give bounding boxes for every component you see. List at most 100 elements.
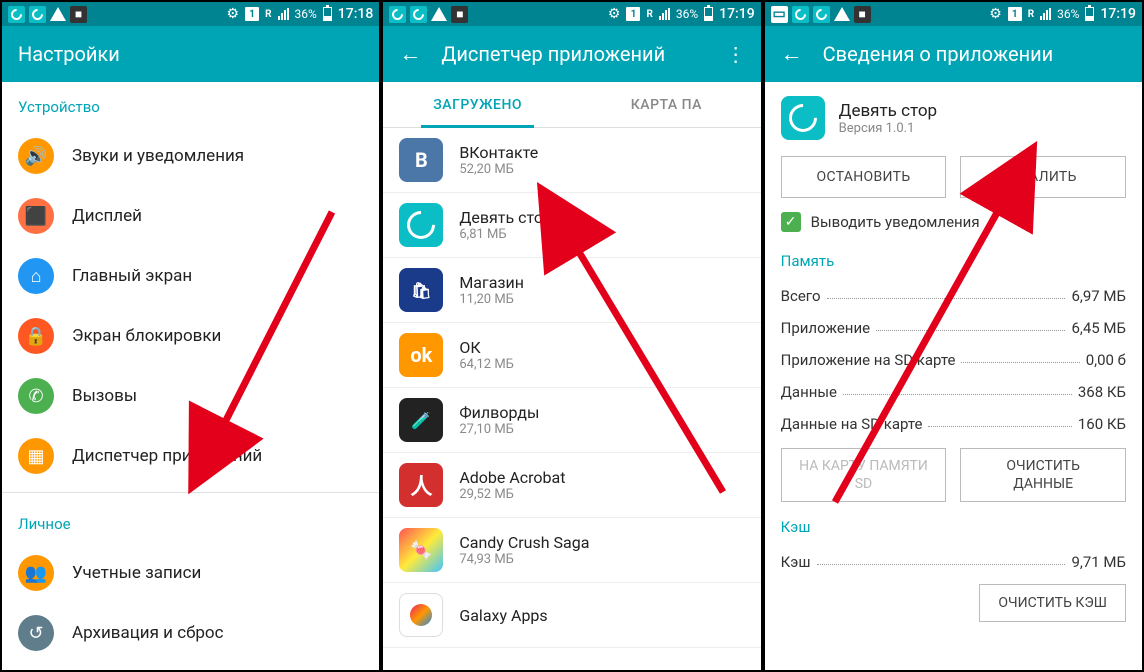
app-name: Adobe Acrobat [459, 468, 565, 487]
app-name: Магазин [459, 273, 524, 292]
app-name: ВКонтакте [459, 143, 538, 162]
notif-icon [389, 6, 406, 23]
status-bar: ▭ ■ ⚙ 1 R 36% 17:19 [765, 2, 1142, 26]
battery-pct: 36% [295, 7, 317, 21]
row-accounts[interactable]: 👥 Учетные записи [2, 543, 379, 603]
stop-button[interactable]: ОСТАНОВИТЬ [781, 156, 947, 198]
app-row-nine[interactable]: Девять стор6,81 МБ [383, 193, 760, 258]
warn-icon [431, 7, 447, 21]
notif-icon [8, 6, 25, 23]
app-row-ok[interactable]: ok ОК64,12 МБ [383, 323, 760, 388]
row-label: Дисплей [72, 206, 142, 226]
app-size: 29,52 МБ [459, 487, 565, 502]
tab-sd[interactable]: КАРТА ПА [572, 82, 761, 127]
notif-icon: ■ [854, 6, 871, 23]
notif-icon [29, 6, 46, 23]
roaming-icon: R [646, 9, 652, 20]
app-row-store[interactable]: 🛍 Магазин11,20 МБ [383, 258, 760, 323]
row-label: Главный экран [72, 266, 192, 286]
nine-icon [399, 203, 443, 247]
row-home[interactable]: ⌂ Главный экран [2, 246, 379, 306]
row-display[interactable]: ⬛ Дисплей [2, 186, 379, 246]
row-calls[interactable]: ✆ Вызовы [2, 366, 379, 426]
app-row-vk[interactable]: B ВКонтакте52,20 МБ [383, 128, 760, 193]
row-cache: Кэш9,71 МБ [765, 546, 1142, 578]
app-name: Филворды [459, 403, 539, 422]
back-icon[interactable]: ← [781, 41, 803, 67]
app-row-galaxy[interactable]: Galaxy Apps [383, 583, 760, 648]
back-icon[interactable]: ← [399, 41, 421, 67]
app-size: 52,20 МБ [459, 162, 538, 177]
app-version: Версия 1.0.1 [839, 121, 937, 136]
galaxy-icon [399, 593, 443, 637]
clear-cache-button[interactable]: ОЧИСТИТЬ КЭШ [979, 584, 1126, 622]
row-label: Архивация и сброс [72, 623, 224, 643]
backup-icon: ↺ [18, 615, 54, 651]
divider [2, 492, 379, 493]
warn-icon [50, 7, 66, 21]
app-size: 64,12 МБ [459, 357, 514, 372]
signal-icon [278, 8, 289, 20]
move-sd-button: НА КАРТУ ПАМЯТИSD [781, 448, 947, 502]
row-app: Приложение6,45 МБ [765, 312, 1142, 344]
settings-stat-icon: ⚙ [989, 6, 1002, 22]
row-label: Вызовы [72, 386, 137, 406]
battery-pct: 36% [1057, 7, 1079, 21]
roaming-icon: R [1028, 9, 1034, 20]
apps-icon: ▦ [18, 438, 54, 474]
section-personal: Личное [2, 499, 379, 543]
app-name: Девять стор [459, 208, 552, 227]
delete-button[interactable]: УДАЛИТЬ [960, 156, 1126, 198]
phone-icon: ✆ [18, 378, 54, 414]
clock: 17:19 [1100, 6, 1136, 22]
battery-icon [323, 7, 332, 21]
battery-pct: 36% [676, 7, 698, 21]
row-lock[interactable]: 🔒 Экран блокировки [2, 306, 379, 366]
row-apps[interactable]: ▦ Диспетчер приложений [2, 426, 379, 486]
app-row-acrobat[interactable]: 人 Adobe Acrobat29,52 МБ [383, 453, 760, 518]
section-cache: Кэш [765, 510, 1142, 546]
vk-icon: B [399, 138, 443, 182]
notify-checkbox-row[interactable]: ✓ Выводить уведомления [765, 210, 1142, 244]
app-size: 74,93 МБ [459, 552, 589, 567]
clear-data-button[interactable]: ОЧИСТИТЬДАННЫЕ [960, 448, 1126, 502]
row-backup[interactable]: ↺ Архивация и сброс [2, 603, 379, 663]
notify-label: Выводить уведомления [811, 213, 980, 231]
app-bar: ← Сведения о приложении [765, 26, 1142, 82]
section-memory: Память [765, 244, 1142, 280]
sound-icon: 🔊 [18, 138, 54, 174]
notif-icon: ■ [451, 6, 468, 23]
roaming-icon: R [265, 9, 271, 20]
checkbox-checked-icon: ✓ [781, 212, 801, 232]
candy-icon: 🍬 [399, 528, 443, 572]
clock: 17:18 [338, 6, 374, 22]
overflow-icon[interactable]: ⋮ [726, 42, 745, 66]
ok-icon: ok [399, 333, 443, 377]
app-bar: Настройки [2, 26, 379, 82]
app-size: 27,10 МБ [459, 422, 539, 437]
notif-icon [792, 6, 809, 23]
section-device: Устройство [2, 82, 379, 126]
screen-title: Диспетчер приложений [441, 42, 705, 66]
accounts-icon: 👥 [18, 555, 54, 591]
app-name: Девять стор [839, 101, 937, 121]
clock: 17:19 [719, 6, 755, 22]
battery-icon [1085, 7, 1094, 21]
settings-stat-icon: ⚙ [608, 6, 621, 22]
settings-stat-icon: ⚙ [227, 6, 240, 22]
row-sound[interactable]: 🔊 Звуки и уведомления [2, 126, 379, 186]
warn-icon [834, 7, 850, 21]
app-name: ОК [459, 338, 514, 357]
status-bar: ■ ⚙ 1 R 36% 17:19 [383, 2, 760, 26]
notif-icon [813, 6, 830, 23]
row-label: Экран блокировки [72, 326, 221, 346]
display-icon: ⬛ [18, 198, 54, 234]
store-icon: 🛍 [399, 268, 443, 312]
app-row-fil[interactable]: 🧪 Филворды27,10 МБ [383, 388, 760, 453]
app-row-candy[interactable]: 🍬 Candy Crush Saga74,93 МБ [383, 518, 760, 583]
status-bar: ■ ⚙ 1 R 36% 17:18 [2, 2, 379, 26]
sim-icon: 1 [1008, 7, 1022, 21]
tabs: ЗАГРУЖЕНО КАРТА ПА [383, 82, 760, 128]
tab-downloaded[interactable]: ЗАГРУЖЕНО [383, 82, 572, 127]
app-size: 11,20 МБ [459, 292, 524, 307]
